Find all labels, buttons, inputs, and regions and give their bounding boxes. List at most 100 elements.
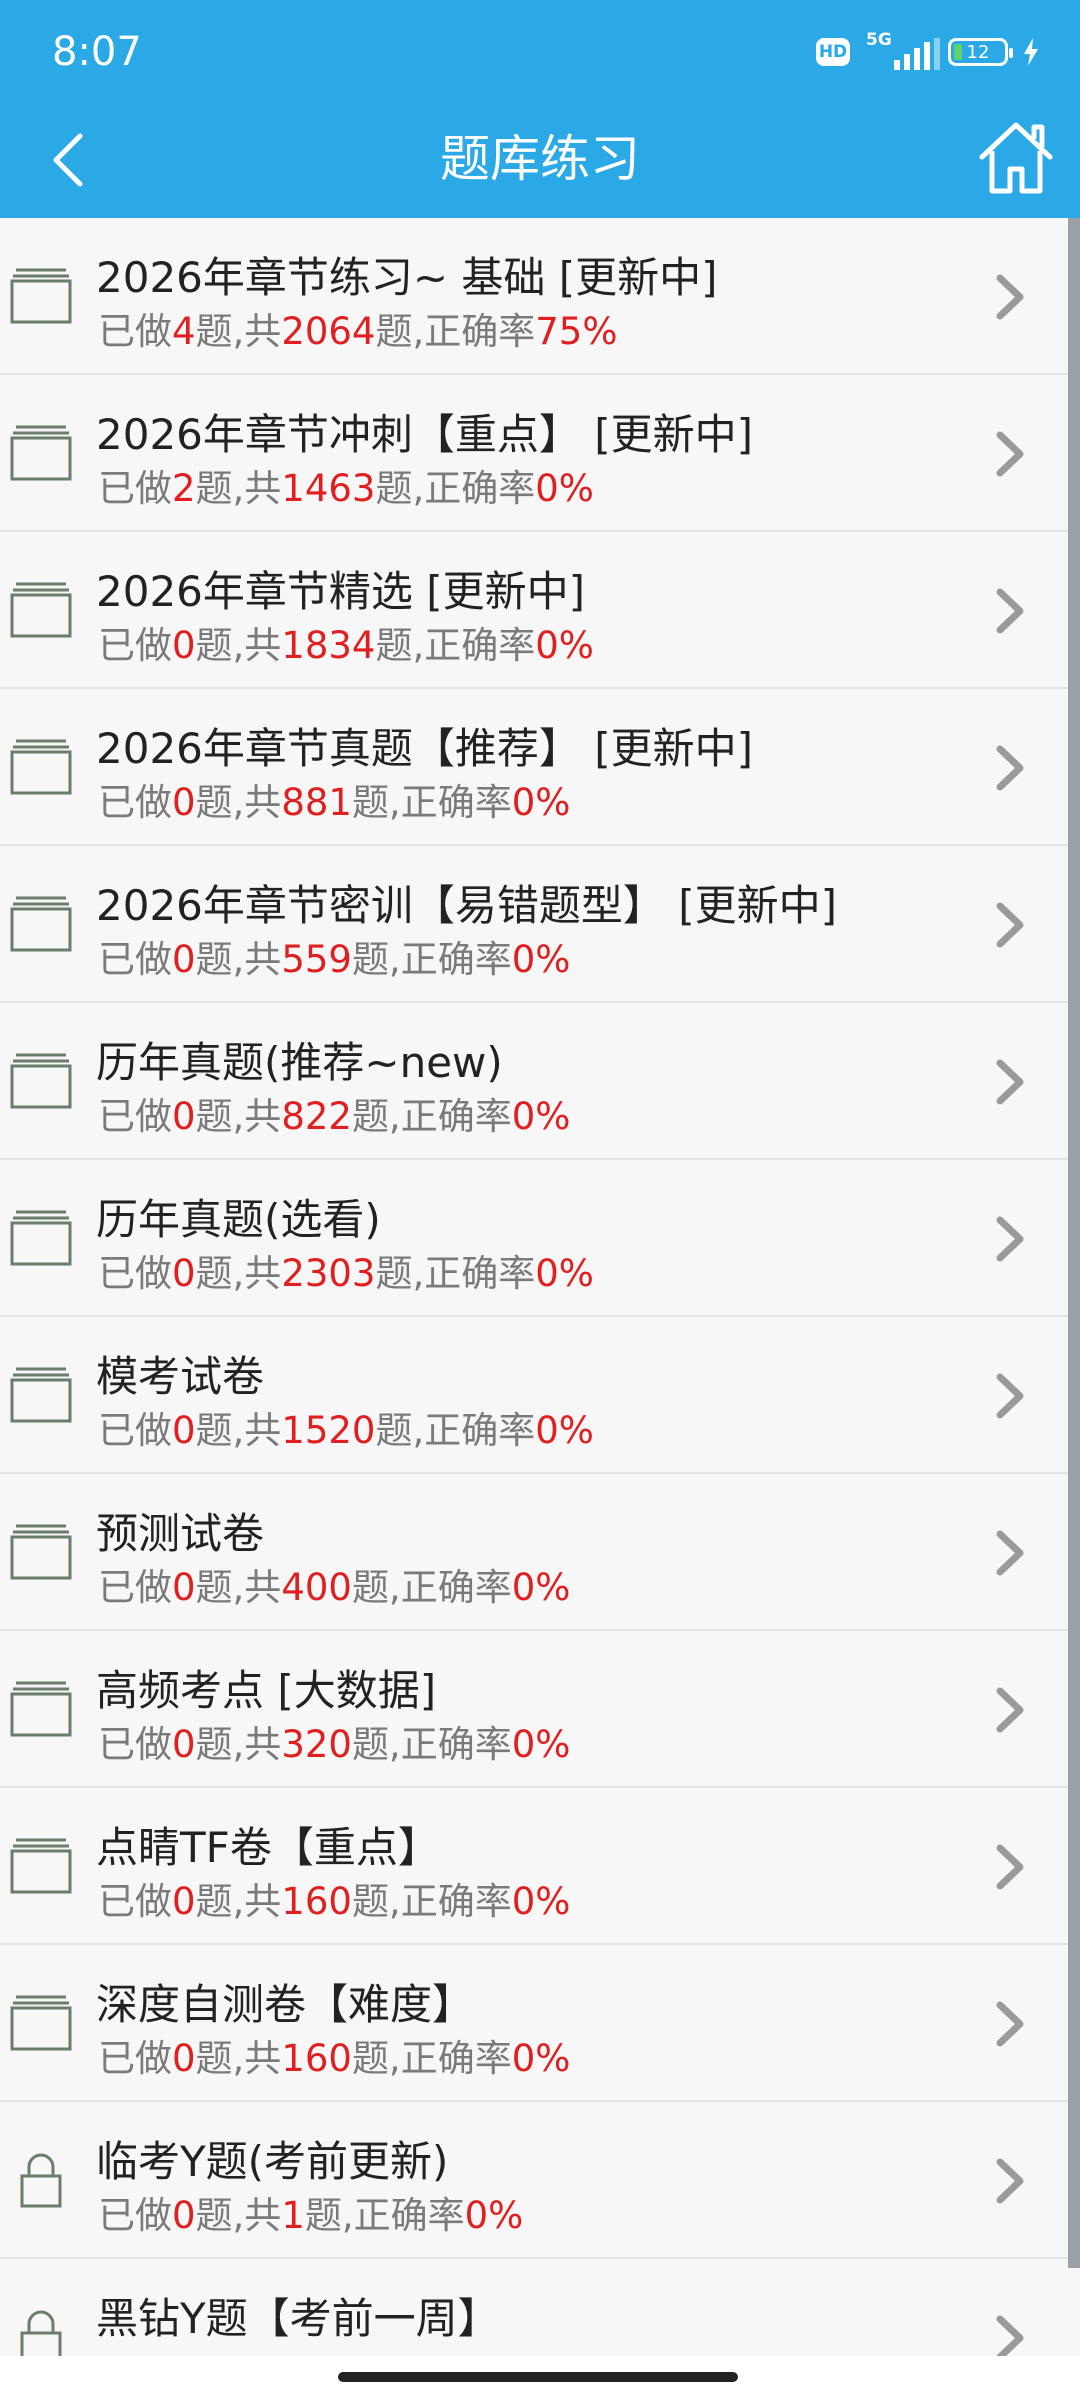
back-button[interactable] [26, 118, 110, 202]
done-count: 0 [172, 1566, 196, 1609]
item-title: 模考试卷 [96, 1352, 265, 1401]
list-item-7[interactable]: 历年真题(选看) 已做0题,共2303题,正确率0% [0, 1160, 1068, 1317]
list-item-4[interactable]: 2026年章节真题【推荐】 [更新中] 已做0题,共881题,正确率0% [0, 689, 1068, 846]
item-title: 点睛TF卷【重点】 [96, 1823, 440, 1872]
list-item-6[interactable]: 历年真题(推荐~new) 已做0题,共822题,正确率0% [0, 1003, 1068, 1160]
folder-icon [10, 425, 72, 481]
list-item-11[interactable]: 点睛TF卷【重点】 已做0题,共160题,正确率0% [0, 1788, 1068, 1945]
item-stats: 已做2题,共1463题,正确率0% [98, 467, 594, 511]
item-title: 2026年章节密训【易错题型】 [更新中] [96, 881, 838, 930]
total-suffix: 题,正确率 [351, 1723, 512, 1766]
total-suffix: 题,正确率 [375, 624, 536, 667]
page-title: 题库练习 [440, 130, 640, 188]
chevron-right-icon [996, 745, 1024, 791]
status-bar: 8:07 HD 5G 12 [0, 0, 1080, 100]
item-title: 2026年章节真题【推荐】 [更新中] [96, 724, 754, 773]
total-suffix: 题,正确率 [375, 467, 536, 510]
done-count: 0 [172, 1723, 196, 1766]
total-suffix: 题,正确率 [351, 1880, 512, 1923]
total-suffix: 题,正确率 [351, 781, 512, 824]
chevron-right-icon [996, 1059, 1024, 1105]
chevron-right-icon [996, 2315, 1024, 2360]
charging-bolt-icon [1024, 38, 1038, 66]
gesture-bar[interactable] [338, 2372, 738, 2382]
item-stats: 已做0题,共1834题,正确率0% [98, 624, 594, 668]
lock-icon [10, 2152, 72, 2208]
list-item-12[interactable]: 深度自测卷【难度】 已做0题,共160题,正确率0% [0, 1945, 1068, 2102]
total-suffix: 题,正确率 [375, 1409, 536, 1452]
folder-icon [10, 1367, 72, 1423]
hd-icon: HD [816, 38, 850, 66]
list-item-3[interactable]: 2026年章节精选 [更新中] 已做0题,共1834题,正确率0% [0, 532, 1068, 689]
list-item-9[interactable]: 预测试卷 已做0题,共400题,正确率0% [0, 1474, 1068, 1631]
total-suffix: 题,正确率 [351, 1566, 512, 1609]
done-suffix: 题,共 [195, 624, 282, 667]
list-item-10[interactable]: 高频考点 [大数据] 已做0题,共320题,正确率0% [0, 1631, 1068, 1788]
list-item-2[interactable]: 2026年章节冲刺【重点】 [更新中] 已做2题,共1463题,正确率0% [0, 375, 1068, 532]
done-suffix: 题,共 [195, 467, 282, 510]
chevron-right-icon [996, 1216, 1024, 1262]
chevron-right-icon [996, 588, 1024, 634]
signal-icon: 5G [864, 30, 940, 74]
question-bank-list: 2026年章节练习~ 基础 [更新中] 已做4题,共2064题,正确率75% 2… [0, 218, 1068, 2360]
list-item-1[interactable]: 2026年章节练习~ 基础 [更新中] 已做4题,共2064题,正确率75% [0, 218, 1068, 375]
chevron-right-icon [996, 431, 1024, 477]
accuracy-rate: 0% [535, 1252, 594, 1295]
done-suffix: 题,共 [195, 2037, 282, 2080]
item-title: 2026年章节练习~ 基础 [更新中] [96, 253, 718, 302]
chevron-right-icon [996, 2158, 1024, 2204]
folder-icon [10, 1838, 72, 1894]
item-title: 预测试卷 [96, 1509, 265, 1558]
accuracy-rate: 0% [511, 1095, 571, 1138]
accuracy-rate: 0% [511, 1880, 571, 1923]
chevron-right-icon [996, 902, 1024, 948]
item-stats: 已做0题,共822题,正确率0% [98, 1095, 570, 1139]
accuracy-rate: 0% [511, 938, 571, 981]
accuracy-rate: 0% [511, 1566, 571, 1609]
total-count: 320 [281, 1723, 352, 1766]
done-count: 2 [172, 467, 196, 510]
folder-icon [10, 1210, 72, 1266]
chevron-right-icon [996, 1373, 1024, 1419]
item-title: 2026年章节精选 [更新中] [96, 567, 586, 616]
scrollbar[interactable] [1068, 218, 1080, 2268]
done-prefix: 已做 [98, 624, 172, 667]
done-count: 0 [172, 781, 196, 824]
battery-icon: 12 [948, 38, 1013, 66]
accuracy-rate: 0% [511, 2037, 571, 2080]
done-suffix: 题,共 [195, 1566, 282, 1609]
done-count: 0 [172, 1252, 196, 1295]
list-item-14[interactable]: 黑钻Y题【考前一周】 已做题,共题,正确率 [0, 2259, 1068, 2360]
item-stats: 已做0题,共160题,正确率0% [98, 2037, 570, 2081]
status-time: 8:07 [52, 29, 142, 75]
accuracy-rate: 0% [511, 781, 571, 824]
accuracy-rate: 0% [535, 1409, 594, 1452]
item-title: 黑钻Y题【考前一周】 [96, 2294, 500, 2343]
item-title: 高频考点 [大数据] [96, 1666, 437, 1715]
home-button[interactable] [968, 110, 1064, 206]
screen: 8:07 HD 5G 12 题库练习 2026年章节练习~ 基础 [更新中] 已… [0, 0, 1080, 2400]
list-item-5[interactable]: 2026年章节密训【易错题型】 [更新中] 已做0题,共559题,正确率0% [0, 846, 1068, 1003]
total-suffix: 题,正确率 [375, 310, 536, 353]
chevron-right-icon [996, 1530, 1024, 1576]
item-stats: 已做0题,共400题,正确率0% [98, 1566, 570, 1610]
battery-level: 12 [966, 41, 990, 63]
done-suffix: 题,共 [195, 938, 282, 981]
accuracy-rate: 0% [464, 2194, 524, 2237]
total-count: 881 [281, 781, 352, 824]
total-count: 559 [281, 938, 352, 981]
chevron-left-icon [53, 133, 83, 187]
done-count: 0 [172, 624, 196, 667]
done-prefix: 已做 [98, 1252, 172, 1295]
item-stats: 已做4题,共2064题,正确率75% [98, 310, 618, 354]
list-item-8[interactable]: 模考试卷 已做0题,共1520题,正确率0% [0, 1317, 1068, 1474]
done-count: 0 [172, 1095, 196, 1138]
list-item-13[interactable]: 临考Y题(考前更新) 已做0题,共1题,正确率0% [0, 2102, 1068, 2259]
chevron-right-icon [996, 274, 1024, 320]
network-type: 5G [866, 30, 892, 50]
accuracy-rate: 0% [511, 1723, 571, 1766]
done-prefix: 已做 [98, 2194, 172, 2237]
folder-icon [10, 582, 72, 638]
done-suffix: 题,共 [195, 1095, 282, 1138]
total-count: 2064 [281, 310, 376, 353]
